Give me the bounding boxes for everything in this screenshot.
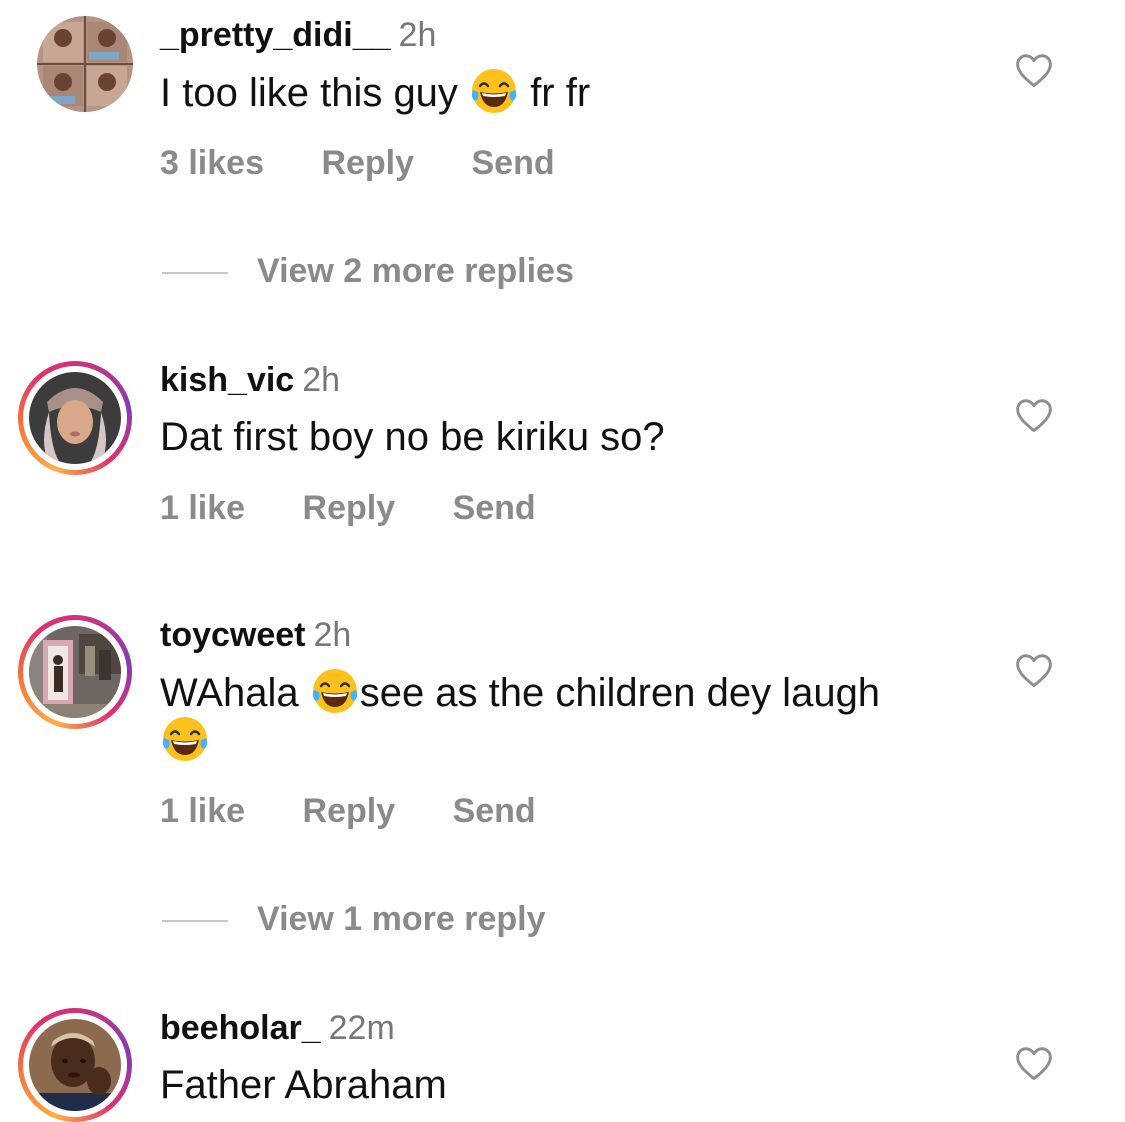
divider-line [162, 272, 228, 274]
avatar[interactable] [18, 1008, 132, 1122]
face-with-tears-of-joy-icon [160, 714, 210, 764]
comment-text: WAhala see as the children dey laugh [160, 666, 880, 719]
likes-count[interactable]: 1 like [160, 489, 245, 527]
avatar-photo [37, 16, 133, 112]
send-button[interactable]: Send [453, 792, 536, 830]
comment-text-part: fr fr [530, 71, 591, 115]
avatar[interactable] [18, 361, 132, 475]
comments-list: _pretty_didi__ 2h I too like this guy fr … [0, 0, 1125, 1122]
comment-text-part: WAhala [160, 671, 299, 715]
timestamp: 2h [302, 361, 341, 399]
username[interactable]: kish_vic [160, 361, 294, 399]
username[interactable]: _pretty_didi__ [160, 16, 391, 54]
send-button[interactable]: Send [471, 144, 554, 182]
reply-button[interactable]: Reply [303, 489, 396, 527]
avatar[interactable] [18, 615, 132, 729]
heart-icon[interactable] [1014, 52, 1054, 88]
heart-icon[interactable] [1014, 397, 1054, 433]
avatar-photo [29, 626, 121, 718]
reply-button[interactable]: Reply [321, 144, 414, 182]
likes-count[interactable]: 3 likes [160, 144, 264, 182]
avatar[interactable] [37, 16, 133, 112]
comment-text-part: I too like this guy [160, 71, 458, 115]
send-button[interactable]: Send [453, 489, 536, 527]
timestamp: 2h [313, 616, 352, 654]
face-with-tears-of-joy-icon [469, 66, 519, 116]
timestamp: 2h [398, 16, 437, 54]
comment-text: I too like this guy fr fr [160, 66, 590, 119]
heart-icon[interactable] [1014, 1045, 1054, 1081]
view-replies-label[interactable]: View 2 more replies [257, 252, 574, 291]
timestamp: 22m [328, 1009, 395, 1047]
likes-count[interactable]: 1 like [160, 792, 245, 830]
comment-text: Dat first boy no be kiriku so? [160, 415, 665, 459]
view-replies-label[interactable]: View 1 more reply [257, 900, 546, 939]
username[interactable]: beeholar_ [160, 1009, 321, 1047]
divider-line [162, 920, 228, 922]
heart-icon[interactable] [1014, 652, 1054, 688]
avatar-photo [29, 372, 121, 464]
username[interactable]: toycweet [160, 616, 306, 654]
reply-button[interactable]: Reply [303, 792, 396, 830]
comment-text: Father Abraham [160, 1063, 447, 1107]
face-with-tears-of-joy-icon [310, 666, 360, 716]
comment-text-continued [160, 714, 210, 767]
avatar-photo [29, 1019, 121, 1111]
comment-text-part: see as the children dey laugh [359, 671, 881, 715]
